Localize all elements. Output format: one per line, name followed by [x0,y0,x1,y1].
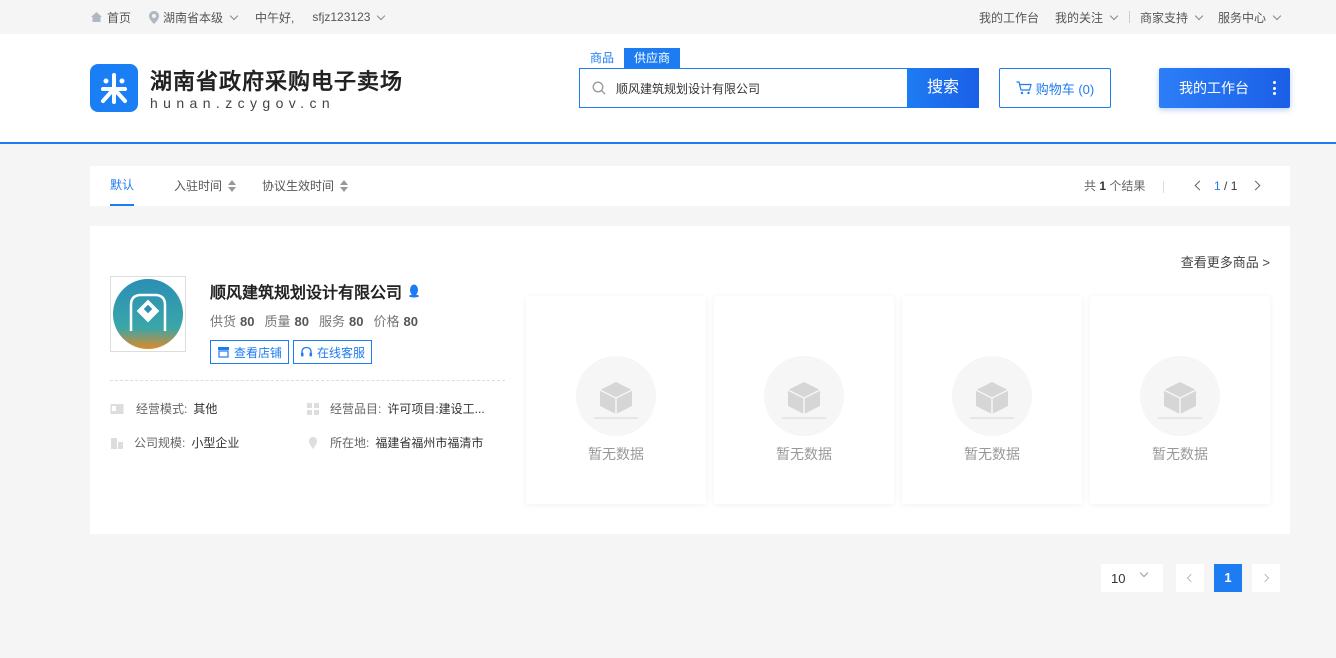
sort-bar: 默认 入驻时间 协议生效时间 共 1 个结果 1 / 1 [90,166,1290,206]
chevron-down-icon [1272,11,1282,20]
product-card-empty: 暂无数据 [1090,296,1270,504]
prev-page-icon[interactable] [1194,180,1205,191]
product-card-empty: 暂无数据 [526,296,706,504]
business-category: 经营品目: 许可项目:建设工... [306,400,506,417]
sort-agreement-time[interactable]: 协议生效时间 [262,166,349,206]
search-tabs: 商品 供应商 [580,48,681,68]
page-indicator: 1 / 1 [1214,179,1238,193]
divider [1128,11,1130,23]
sort-arrows-icon [340,180,349,192]
product-card-empty: 暂无数据 [902,296,1082,504]
search-box: 搜索 [579,68,979,108]
view-more-products-link[interactable]: 查看更多商品 > [1181,252,1270,271]
location-pin-icon [309,436,317,449]
pagination-prev-button[interactable] [1176,564,1204,592]
search-tab-goods[interactable]: 商品 [580,48,624,68]
online-service-button[interactable]: 在线客服 [293,340,373,364]
shop-icon [218,347,229,358]
greeting: 中午好, [255,10,295,25]
workspace-button[interactable]: 我的工作台 [1159,68,1290,108]
topbar-workspace-link[interactable]: 我的工作台 [979,9,1039,26]
search-icon [592,81,606,95]
site-title[interactable]: 湖南省政府采购电子卖场 [150,64,403,96]
score-service: 服务 80 [318,314,364,329]
company-scale: 公司规模: 小型企业 [110,434,239,451]
divider [1163,181,1164,193]
more-vertical-icon [1272,81,1276,95]
user-menu[interactable]: sfjz123123 [312,10,386,24]
headset-icon [301,346,313,357]
sort-join-time[interactable]: 入驻时间 [174,166,237,206]
chevron-right-icon [1260,573,1270,583]
score-supply: 供货 80 [210,314,255,329]
supplier-actions: 查看店铺 在线客服 [210,340,373,364]
chevron-left-icon [1186,573,1196,583]
next-page-icon[interactable] [1250,180,1261,191]
supplier-name[interactable]: 顺风建筑规划设计有限公司 [210,279,420,303]
search-button[interactable]: 搜索 [907,68,979,108]
pagination-page-1[interactable]: 1 [1214,564,1242,592]
product-card-empty: 暂无数据 [714,296,894,504]
site-domain: hunan.zcygov.cn [150,95,336,111]
chevron-down-icon [1194,11,1204,20]
sort-default[interactable]: 默认 [110,166,135,206]
pagination-next-button[interactable] [1252,564,1280,592]
search-tab-supplier[interactable]: 供应商 [624,48,681,68]
building-icon [111,437,123,449]
product-list: 暂无数据 暂无数据 暂无数据 暂无数据 [526,296,1270,504]
cart-button[interactable]: 购物车 (0) [999,68,1111,108]
chevron-down-icon [377,11,386,20]
top-bar: 首页 湖南省本级 中午好, sfjz123123 我的工作台 我的关注 商家支持… [0,0,1336,34]
page-size-select[interactable]: 10 [1101,564,1163,592]
supplier-card: 查看更多商品 > 顺风建筑规划设计有限公司 供货 80 质量 80 服务 80 价格 8… [90,226,1290,534]
shopping-cart-icon [1016,81,1032,95]
empty-box-icon [764,356,844,436]
search-input[interactable] [616,69,906,107]
id-card-icon [110,403,124,414]
supplier-scores: 供货 80 质量 80 服务 80 价格 80 [210,311,418,330]
business-mode: 经营模式: 其他 [110,400,217,417]
site-logo-icon[interactable] [90,64,138,112]
region-selector[interactable]: 湖南省本级 [149,9,239,26]
grid-icon [307,402,319,415]
chevron-down-icon [1109,11,1119,20]
topbar-follow-menu[interactable]: 我的关注 [1055,9,1119,26]
score-price: 价格 80 [373,314,418,329]
sort-arrows-icon [228,180,237,192]
chevron-down-icon [229,11,239,20]
company-location: 所在地: 福建省福州市福清市 [306,434,483,451]
empty-box-icon [576,356,656,436]
site-header: 湖南省政府采购电子卖场 hunan.zcygov.cn 商品 供应商 搜索 购物… [0,34,1336,144]
empty-box-icon [952,356,1032,436]
topbar-merchant-support[interactable]: 商家支持 [1140,9,1204,26]
chevron-down-icon [1139,568,1149,578]
home-icon [91,12,102,22]
empty-box-icon [1140,356,1220,436]
dashed-divider [110,380,505,381]
supplier-logo[interactable] [110,276,186,352]
score-quality: 质量 80 [264,314,309,329]
view-shop-button[interactable]: 查看店铺 [210,340,290,364]
qq-icon[interactable] [408,284,420,298]
location-pin-icon [149,10,160,24]
result-count: 共 1 个结果 [1084,179,1146,193]
home-link[interactable]: 首页 [90,9,131,26]
topbar-service-center[interactable]: 服务中心 [1218,9,1282,26]
